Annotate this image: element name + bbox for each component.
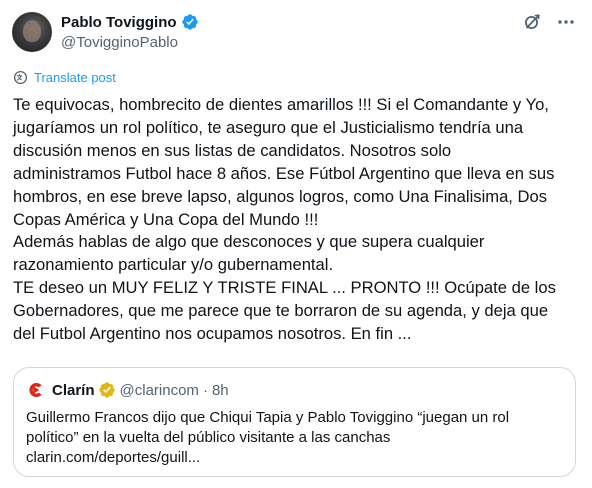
tweet-line: hombros, en ese breve lapso, algunos log… bbox=[13, 186, 548, 206]
top-actions bbox=[522, 12, 576, 32]
clarin-logo-icon bbox=[26, 380, 46, 400]
author-display-name[interactable]: Pablo Toviggino bbox=[61, 14, 177, 31]
more-icon[interactable] bbox=[556, 12, 576, 32]
grok-icon[interactable] bbox=[522, 12, 542, 32]
quoted-link[interactable]: clarin.com/deportes/guill... bbox=[26, 448, 566, 468]
tweet-text: Te equivocas, hombrecito de dientes amar… bbox=[13, 94, 583, 346]
translate-post-link[interactable]: Translate post bbox=[13, 70, 116, 85]
tweet-line: jugaríamos un rol político, te aseguro q… bbox=[13, 117, 524, 137]
tweet-line: TE deseo un MUY FELIZ Y TRISTE FINAL ...… bbox=[13, 278, 556, 298]
tweet-line: Te equivocas, hombrecito de dientes amar… bbox=[13, 95, 549, 114]
verified-badge-icon bbox=[181, 13, 199, 31]
tweet-line: Además hablas de algo que desconoces y q… bbox=[13, 232, 485, 252]
tweet-line: razonamiento particular y/o gubernamenta… bbox=[13, 255, 334, 275]
quoted-author-handle: @clarincom bbox=[119, 381, 199, 399]
quoted-line: Guillermo Francos dijo que Chiqui Tapia … bbox=[26, 409, 510, 426]
tweet-line: Gobernadores, que me parece que te borra… bbox=[13, 301, 549, 321]
tweet-line: administramos Futbol hace 8 años. Ese Fú… bbox=[13, 163, 555, 183]
quoted-post-header: Clarín @clarincom · 8h bbox=[26, 380, 229, 400]
quoted-author-name: Clarín bbox=[52, 381, 95, 399]
author-handle[interactable]: @TovigginoPablo bbox=[61, 34, 178, 51]
tweet-line: del Futbol Argentino nos ocupamos nosotr… bbox=[13, 324, 412, 344]
quoted-post-text: Guillermo Francos dijo que Chiqui Tapia … bbox=[26, 408, 566, 468]
translate-icon bbox=[13, 70, 28, 85]
avatar-face bbox=[23, 20, 41, 42]
tweet-line: discusión menos en sus listas de candida… bbox=[13, 140, 452, 160]
avatar[interactable] bbox=[12, 12, 52, 52]
verified-business-icon bbox=[98, 381, 116, 399]
translate-label: Translate post bbox=[34, 70, 116, 85]
author-name-row: Pablo Toviggino bbox=[61, 12, 199, 32]
tweet-line: Copas América y Una Copa del Mundo !!! bbox=[13, 209, 319, 229]
quoted-separator: · bbox=[202, 381, 208, 399]
quoted-post[interactable]: Clarín @clarincom · 8h Guillermo Francos… bbox=[13, 367, 576, 477]
post: Pablo Toviggino @TovigginoPablo Translat… bbox=[0, 0, 592, 488]
quoted-line: político” en la vuelta del público visit… bbox=[26, 429, 391, 446]
quoted-timestamp: 8h bbox=[211, 381, 229, 399]
